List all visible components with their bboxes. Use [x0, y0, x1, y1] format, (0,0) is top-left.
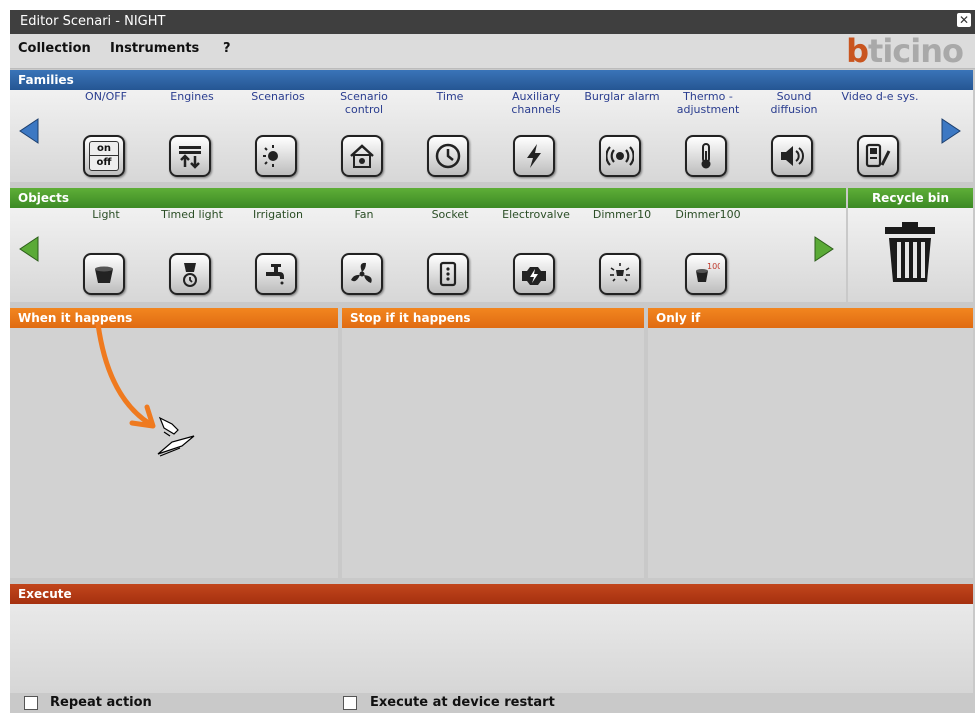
repeat-action-label: Repeat action — [50, 695, 152, 710]
objects-panel: Light Timed light Irrigation Fan Socket — [10, 208, 846, 302]
timed-light-icon[interactable] — [169, 253, 211, 295]
objects-next-arrow-icon[interactable] — [813, 236, 835, 262]
family-burglar-alarm[interactable]: Burglar alarm — [580, 90, 664, 182]
footer-bar: Repeat action Execute at device restart — [10, 693, 975, 713]
recycle-bin-panel[interactable] — [848, 208, 973, 302]
scenarios-icon[interactable] — [255, 135, 297, 177]
family-scenarios[interactable]: Scenarios — [236, 90, 320, 182]
object-light[interactable]: Light — [64, 208, 148, 302]
scenario-editor-window: Editor Scenari - NIGHT ✕ Collection Inst… — [10, 10, 975, 713]
electrovalve-icon[interactable] — [513, 253, 555, 295]
alarm-icon[interactable] — [599, 135, 641, 177]
family-on-off[interactable]: ON/OFF on off — [64, 90, 148, 182]
drag-hand-cursor-icon — [157, 416, 195, 457]
stop-if-it-happens-dropzone[interactable] — [342, 328, 644, 578]
repeat-action-checkbox[interactable] — [24, 696, 38, 710]
bticino-logo: bticino — [846, 32, 964, 70]
family-engines[interactable]: Engines — [150, 90, 234, 182]
window-title: Editor Scenari - NIGHT — [20, 14, 166, 29]
title-bar: Editor Scenari - NIGHT ✕ — [10, 10, 975, 34]
families-next-arrow-icon[interactable] — [940, 118, 962, 144]
menu-bar: Collection Instruments ? bticino — [10, 34, 975, 69]
fan-icon[interactable] — [341, 253, 383, 295]
lamp-icon[interactable] — [83, 253, 125, 295]
object-electrovalve[interactable]: Electrovalve — [494, 208, 578, 302]
dimmer10-icon[interactable] — [599, 253, 641, 295]
speaker-icon[interactable] — [771, 135, 813, 177]
execute-at-restart-label: Execute at device restart — [370, 695, 555, 710]
object-timed-light[interactable]: Timed light — [150, 208, 234, 302]
tap-icon[interactable] — [255, 253, 297, 295]
objects-header: Objects — [10, 188, 846, 208]
objects-prev-arrow-icon[interactable] — [18, 236, 40, 262]
only-if-dropzone[interactable] — [648, 328, 973, 578]
object-dimmer100[interactable]: Dimmer100 100 — [666, 208, 750, 302]
video-door-entry-icon[interactable] — [857, 135, 899, 177]
execute-dropzone[interactable] — [10, 604, 973, 693]
dimmer100-icon[interactable]: 100 — [685, 253, 727, 295]
family-time[interactable]: Time — [408, 90, 492, 182]
dimmer-level-badge: 100 — [707, 262, 720, 271]
family-thermo-adjustment[interactable]: Thermo - adjustment — [666, 90, 750, 182]
only-if-header: Only if — [648, 308, 973, 328]
stop-if-it-happens-header: Stop if it happens — [342, 308, 644, 328]
families-panel: ON/OFF on off Engines Scenarios Scenario… — [10, 90, 973, 182]
trash-icon[interactable] — [882, 220, 938, 284]
execute-at-restart-checkbox[interactable] — [343, 696, 357, 710]
close-icon[interactable]: ✕ — [957, 13, 971, 27]
clock-icon[interactable] — [427, 135, 469, 177]
socket-icon[interactable] — [427, 253, 469, 295]
family-video-door-entry[interactable]: Video d-e sys. — [838, 90, 922, 182]
menu-help[interactable]: ? — [223, 41, 231, 56]
menu-collection[interactable]: Collection — [18, 41, 91, 56]
family-auxiliary-channels[interactable]: Auxiliary channels — [494, 90, 578, 182]
family-sound-diffusion[interactable]: Sound diffusion — [752, 90, 836, 182]
object-dimmer10[interactable]: Dimmer10 — [580, 208, 664, 302]
menu-instruments[interactable]: Instruments — [110, 41, 199, 56]
family-scenario-control[interactable]: Scenario control — [322, 90, 406, 182]
families-prev-arrow-icon[interactable] — [18, 118, 40, 144]
recycle-bin-header: Recycle bin — [848, 188, 973, 208]
on-off-icon[interactable]: on off — [83, 135, 125, 177]
object-irrigation[interactable]: Irrigation — [236, 208, 320, 302]
lightning-icon[interactable] — [513, 135, 555, 177]
execute-header: Execute — [10, 584, 973, 604]
thermometer-icon[interactable] — [685, 135, 727, 177]
engines-icon[interactable] — [169, 135, 211, 177]
scenario-control-icon[interactable] — [341, 135, 383, 177]
families-header: Families — [10, 70, 973, 90]
object-fan[interactable]: Fan — [322, 208, 406, 302]
object-socket[interactable]: Socket — [408, 208, 492, 302]
